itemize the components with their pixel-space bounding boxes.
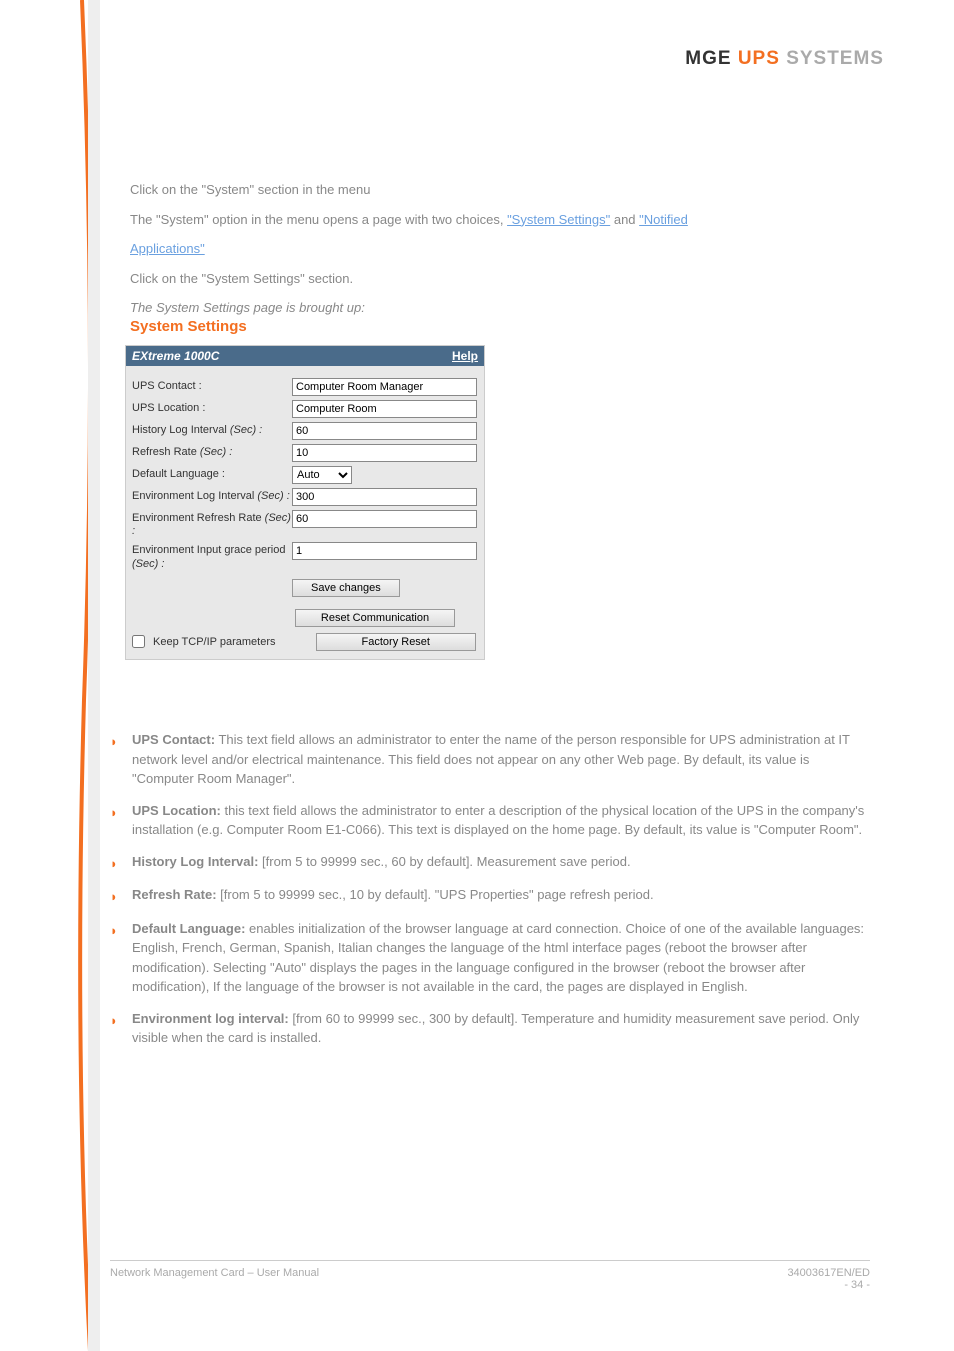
save-button[interactable]: Save changes	[292, 579, 400, 597]
history-log-label: History Log Interval (Sec) :	[132, 422, 292, 437]
footer: Network Management Card – User Manual 34…	[110, 1260, 870, 1291]
keep-tcpip-checkbox[interactable]	[132, 635, 145, 648]
bullet-icon: ◗	[110, 1011, 122, 1031]
ups-contact-label: UPS Contact :	[132, 378, 292, 393]
brand-systems: SYSTEMS	[786, 48, 884, 69]
env-input-grace-input[interactable]	[292, 542, 477, 560]
default-language-select[interactable]: Auto	[292, 466, 352, 484]
intro-block: Click on the "System" section in the men…	[130, 180, 870, 328]
keep-tcpip-label: Keep TCP/IP parameters	[153, 636, 276, 648]
bullet-icon: ◗	[110, 732, 122, 752]
help-link[interactable]: Help	[452, 349, 478, 363]
refresh-rate-input[interactable]	[292, 444, 477, 462]
bullet-icon: ◗	[110, 803, 122, 823]
env-log-interval-label: Environment Log Interval (Sec) :	[132, 488, 292, 503]
page-title: System Settings	[130, 318, 247, 335]
sidebar-decor	[72, 0, 102, 1351]
intro-p5: The System Settings page is brought up:	[130, 298, 870, 318]
env-input-grace-label: Environment Input grace period (Sec) :	[132, 542, 292, 570]
env-refresh-rate-input[interactable]	[292, 510, 477, 528]
intro-p4: Click on the "System Settings" section.	[130, 269, 870, 289]
ups-contact-input[interactable]	[292, 378, 477, 396]
link-notified-apps-2[interactable]: Applications"	[130, 241, 205, 256]
list-item: ◗ Refresh Rate: [from 5 to 99999 sec., 1…	[110, 885, 870, 907]
default-language-label: Default Language :	[132, 466, 292, 481]
panel-title: EXtreme 1000C	[132, 349, 219, 363]
list-item: ◗ Default Language: enables initializati…	[110, 919, 870, 997]
factory-reset-button[interactable]: Factory Reset	[316, 633, 476, 651]
footer-left: Network Management Card – User Manual	[110, 1267, 319, 1291]
link-notified-apps[interactable]: "Notified	[639, 212, 688, 227]
intro-p1: Click on the "System" section in the men…	[130, 180, 870, 200]
bullet-list: ◗ UPS Contact: This text field allows an…	[110, 730, 870, 1060]
list-item: ◗ UPS Location: this text field allows t…	[110, 801, 870, 840]
list-item: ◗ Environment log interval: [from 60 to …	[110, 1009, 870, 1048]
link-system-settings[interactable]: "System Settings"	[507, 212, 610, 227]
intro-p2: The "System" option in the menu opens a …	[130, 210, 870, 230]
ups-location-label: UPS Location :	[132, 400, 292, 415]
brand-ups: UPS	[738, 48, 780, 69]
env-log-interval-input[interactable]	[292, 488, 477, 506]
history-log-input[interactable]	[292, 422, 477, 440]
bullet-icon: ◗	[110, 921, 122, 941]
reset-communication-button[interactable]: Reset Communication	[295, 609, 455, 627]
refresh-rate-label: Refresh Rate (Sec) :	[132, 444, 292, 459]
settings-panel: EXtreme 1000C Help UPS Contact : UPS Loc…	[125, 345, 485, 660]
bullet-icon: ◗	[110, 887, 122, 907]
bullet-icon: ◗	[110, 854, 122, 874]
brand-mge: MGE	[685, 48, 731, 69]
list-item: ◗ History Log Interval: [from 5 to 99999…	[110, 852, 870, 874]
panel-header: EXtreme 1000C Help	[126, 346, 484, 366]
brand-logo: MGE UPS SYSTEMS	[685, 48, 884, 70]
list-item: ◗ UPS Contact: This text field allows an…	[110, 730, 870, 789]
ups-location-input[interactable]	[292, 400, 477, 418]
env-refresh-rate-label: Environment Refresh Rate (Sec) :	[132, 510, 292, 538]
footer-right: 34003617EN/ED - 34 -	[787, 1267, 870, 1291]
